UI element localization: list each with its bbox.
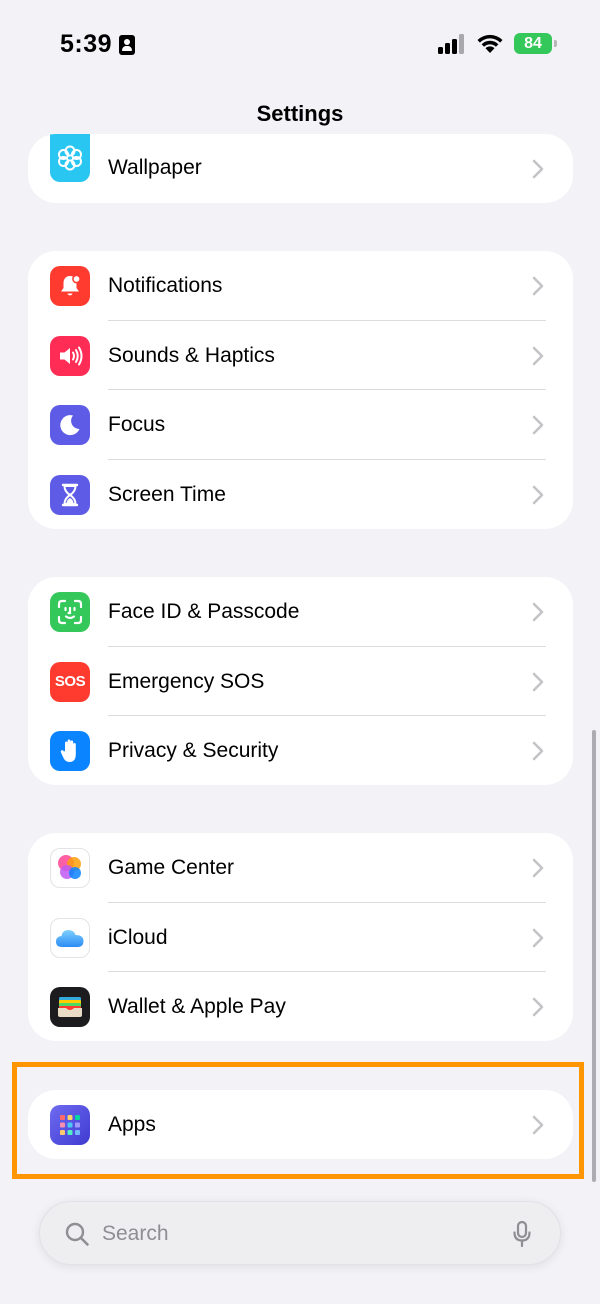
settings-row-focus[interactable]: Focus [28, 390, 573, 460]
settings-row-icloud[interactable]: iCloud [28, 903, 573, 972]
settings-row-emergency-sos[interactable]: SOS Emergency SOS [28, 647, 573, 716]
settings-row-notifications[interactable]: Notifications [28, 251, 573, 321]
settings-group-services: Game Center iCloud Wallet & Apple Pay [28, 833, 573, 1041]
privacy-hand-icon [50, 731, 90, 771]
settings-row-screen-time[interactable]: Screen Time [28, 460, 573, 530]
page-title: Settings [256, 101, 344, 126]
settings-row-label: Face ID & Passcode [108, 600, 300, 623]
chevron-right-icon [532, 276, 544, 296]
settings-row-sounds-haptics[interactable]: Sounds & Haptics [28, 321, 573, 390]
settings-row-label: Notifications [108, 274, 223, 297]
cellular-signal-icon [438, 34, 466, 54]
highlight-box [12, 1062, 584, 1179]
sos-icon-text: SOS [54, 673, 86, 690]
status-time: 5:39 [60, 30, 113, 58]
settings-group-personalization: Wallpaper [28, 134, 573, 203]
settings-group-security: Face ID & Passcode SOS Emergency SOS Pri… [28, 577, 573, 785]
sos-icon: SOS [50, 661, 90, 702]
battery-indicator: 84 [514, 33, 557, 54]
chevron-right-icon [532, 602, 544, 622]
settings-screen: 5:39 84 Settings Wallpaper Notifications… [0, 0, 600, 1304]
focus-icon [50, 405, 90, 445]
chevron-right-icon [532, 485, 544, 504]
wallpaper-icon [50, 134, 90, 182]
icloud-icon [50, 917, 90, 958]
search-bar[interactable] [39, 1201, 561, 1265]
chevron-right-icon [532, 741, 544, 761]
screen-time-icon [50, 474, 90, 515]
settings-row-wallet-apple-pay[interactable]: Wallet & Apple Pay [28, 972, 573, 1041]
chevron-right-icon [532, 858, 544, 878]
settings-row-wallpaper[interactable]: Wallpaper [28, 134, 573, 203]
chevron-right-icon [532, 928, 544, 947]
sounds-icon [50, 335, 90, 376]
wallet-icon [50, 987, 90, 1027]
scrollbar[interactable] [592, 730, 596, 1182]
settings-group-attention: Notifications Sounds & Haptics Focus Scr… [28, 251, 573, 529]
search-input[interactable] [102, 1214, 502, 1254]
search-icon [65, 1222, 89, 1246]
settings-row-game-center[interactable]: Game Center [28, 833, 573, 903]
notifications-icon [50, 266, 90, 306]
settings-row-label: iCloud [108, 925, 168, 949]
settings-row-face-id-passcode[interactable]: Face ID & Passcode [28, 577, 573, 647]
game-center-icon [50, 848, 90, 888]
contact-card-icon [119, 35, 135, 55]
status-bar: 5:39 84 [0, 0, 600, 90]
settings-row-label: Screen Time [108, 482, 226, 506]
settings-row-privacy-security[interactable]: Privacy & Security [28, 716, 573, 785]
settings-row-label: Wallpaper [108, 156, 202, 179]
settings-row-label: Wallet & Apple Pay [108, 995, 286, 1018]
settings-row-label: Privacy & Security [108, 739, 279, 762]
settings-row-label: Game Center [108, 856, 235, 879]
chevron-right-icon [532, 159, 544, 179]
settings-row-label: Emergency SOS [108, 669, 265, 693]
chevron-right-icon [532, 415, 544, 435]
chevron-right-icon [532, 346, 544, 365]
settings-row-label: Sounds & Haptics [108, 343, 275, 367]
face-id-icon [50, 592, 90, 632]
chevron-right-icon [532, 997, 544, 1017]
chevron-right-icon [532, 672, 544, 691]
settings-row-label: Focus [108, 413, 166, 436]
wifi-icon [477, 34, 503, 53]
microphone-icon[interactable] [512, 1220, 532, 1248]
